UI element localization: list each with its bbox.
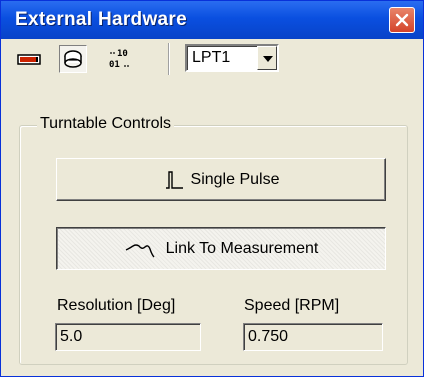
resolution-label: Resolution [Deg] [57, 297, 176, 314]
speed-value: 0.750 [248, 328, 289, 345]
single-pulse-button[interactable]: Single Pulse [56, 158, 386, 201]
port-select[interactable]: LPT1 [185, 44, 279, 72]
port-select-value: LPT1 [192, 49, 231, 66]
binary-icon-top: 10 [117, 49, 128, 59]
hardware-tool-button[interactable] [15, 45, 43, 73]
close-button[interactable] [389, 7, 415, 33]
binary-io-tool-button[interactable]: 10 01 [105, 45, 139, 73]
link-to-measurement-toggle[interactable]: Link To Measurement [56, 227, 386, 270]
title-bar[interactable]: External Hardware [1, 1, 423, 39]
chevron-down-icon[interactable] [257, 46, 277, 70]
link-to-measurement-label: Link To Measurement [165, 239, 319, 257]
binary-io-icon: 10 01 [109, 49, 129, 70]
window-title: External Hardware [15, 9, 187, 30]
single-pulse-label: Single Pulse [190, 170, 280, 188]
group-title: Turntable Controls [37, 115, 175, 133]
toolbar-separator [168, 43, 170, 75]
resolution-field[interactable]: 5.0 [55, 323, 201, 351]
single-pulse-icon [165, 170, 183, 189]
turntable-icon [64, 50, 82, 68]
hardware-icon [17, 54, 41, 65]
measurement-wave-icon [125, 243, 155, 257]
speed-label: Speed [RPM] [244, 297, 340, 314]
external-hardware-window: External Hardware 10 01 LPT1 Turntable C… [0, 0, 424, 377]
turntable-tool-button[interactable] [59, 45, 87, 73]
close-icon [395, 13, 409, 27]
toolbar: 10 01 LPT1 [5, 41, 419, 79]
speed-field[interactable]: 0.750 [243, 323, 383, 351]
binary-icon-bottom: 01 [109, 60, 120, 70]
resolution-value: 5.0 [60, 328, 83, 345]
